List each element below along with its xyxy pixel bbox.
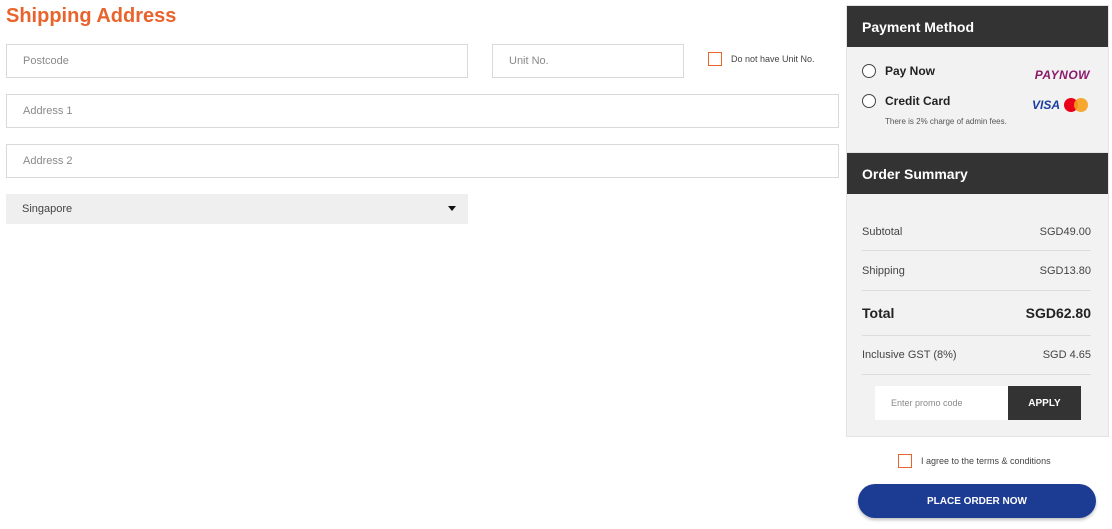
no-unit-checkbox[interactable] xyxy=(708,52,722,66)
visa-logo: VISA xyxy=(1031,98,1060,112)
address2-input[interactable] xyxy=(23,145,838,177)
shipping-value: SGD13.80 xyxy=(1039,264,1091,277)
payment-option-paynow[interactable]: Pay Now xyxy=(862,64,935,78)
apply-button[interactable]: APPLY xyxy=(1008,386,1081,420)
terms-label: I agree to the terms & conditions xyxy=(921,456,1051,466)
gst-value: SGD 4.65 xyxy=(1042,349,1091,361)
subtotal-label: Subtotal xyxy=(862,225,903,238)
credit-card-label: Credit Card xyxy=(885,94,951,108)
no-unit-option[interactable]: Do not have Unit No. xyxy=(708,52,815,66)
gst-row: Inclusive GST (8%) SGD 4.65 xyxy=(862,336,1091,375)
card-logos: VISA xyxy=(1032,98,1090,112)
credit-card-radio[interactable] xyxy=(862,94,876,108)
country-select[interactable]: Singapore xyxy=(6,194,468,224)
terms-checkbox[interactable] xyxy=(898,454,912,468)
paynow-label: Pay Now xyxy=(885,64,936,78)
subtotal-row: Subtotal SGD49.00 xyxy=(862,213,1091,251)
order-summary-title: Order Summary xyxy=(847,153,1108,194)
payment-option-credit-card[interactable]: Credit Card xyxy=(862,94,950,108)
shipping-title: Shipping Address xyxy=(6,5,177,27)
place-order-button[interactable]: PLACE ORDER NOW xyxy=(858,484,1096,518)
total-value: SGD62.80 xyxy=(1025,305,1091,321)
address1-input[interactable] xyxy=(23,95,838,127)
promo-code-input[interactable] xyxy=(875,386,1008,420)
postcode-field[interactable] xyxy=(6,44,468,78)
address2-field[interactable] xyxy=(6,144,839,178)
postcode-input[interactable] xyxy=(23,45,467,77)
unit-input[interactable] xyxy=(509,45,683,77)
fee-note: There is 2% charge of admin fees. xyxy=(885,117,1007,126)
paynow-radio[interactable] xyxy=(862,64,876,78)
address1-field[interactable] xyxy=(6,94,839,128)
subtotal-value: SGD49.00 xyxy=(1039,225,1091,238)
caret-down-icon xyxy=(448,206,456,211)
paynow-logo: PAYNOW xyxy=(1034,68,1090,82)
shipping-row: Shipping SGD13.80 xyxy=(862,251,1091,291)
payment-method-panel: Payment Method Pay Now PAYNOW Credit Car… xyxy=(846,5,1109,153)
order-summary-panel: Order Summary Subtotal SGD49.00 Shipping… xyxy=(846,152,1109,437)
total-row: Total SGD62.80 xyxy=(862,291,1091,336)
terms-option[interactable]: I agree to the terms & conditions xyxy=(898,454,1051,468)
mastercard-icon xyxy=(1064,98,1090,112)
gst-label: Inclusive GST (8%) xyxy=(862,349,957,361)
payment-method-title: Payment Method xyxy=(847,6,1108,47)
promo-group: APPLY xyxy=(875,386,1081,420)
shipping-label: Shipping xyxy=(862,264,905,277)
country-value: Singapore xyxy=(22,203,73,215)
total-label: Total xyxy=(862,305,895,321)
no-unit-label: Do not have Unit No. xyxy=(731,54,815,64)
unit-field[interactable] xyxy=(492,44,684,78)
